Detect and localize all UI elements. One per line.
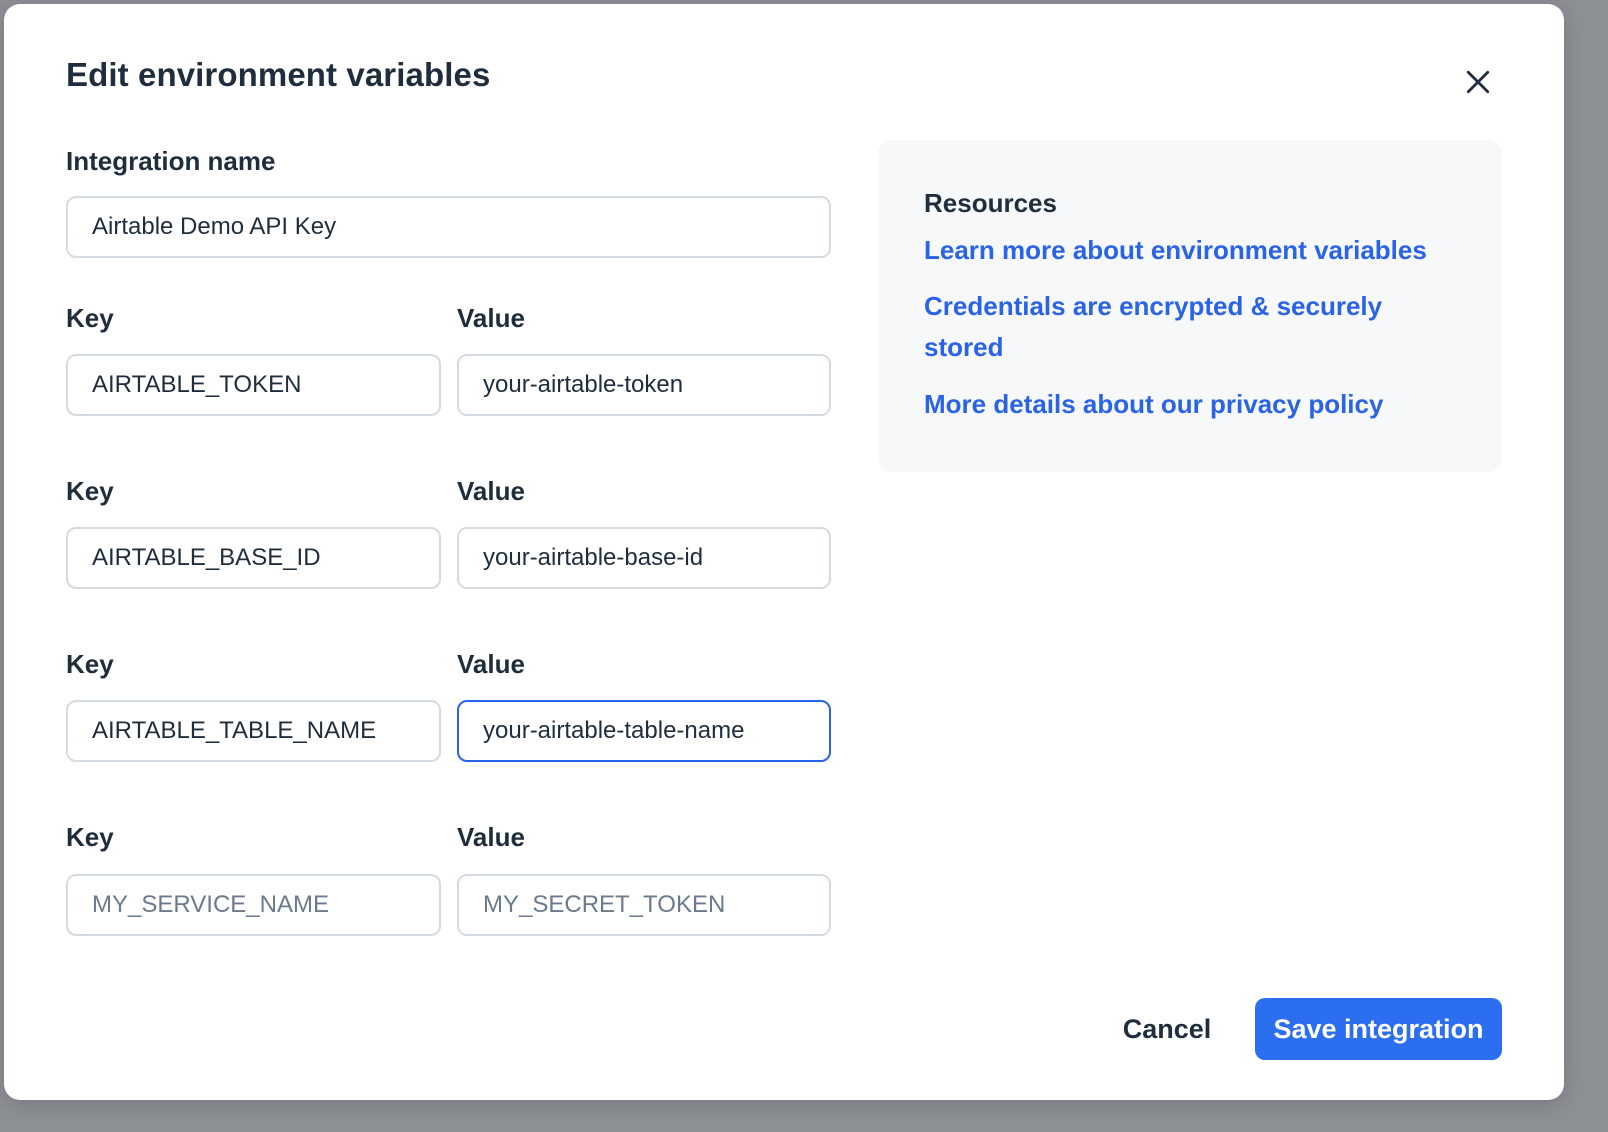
edit-env-modal: Edit environment variables Integration n… [4,4,1564,1100]
integration-name-input[interactable] [66,196,831,258]
key-input-2[interactable] [66,527,441,589]
value-input-3[interactable] [457,700,831,762]
value-label: Value [457,476,525,506]
integration-name-label: Integration name [66,146,276,176]
key-label: Key [66,649,114,679]
value-label: Value [457,649,525,679]
cancel-button[interactable]: Cancel [1102,998,1232,1060]
env-variables-link[interactable]: Learn more about environment variables [924,230,1444,271]
key-label: Key [66,476,114,506]
close-icon [1466,70,1490,94]
credentials-encrypted-link[interactable]: Credentials are encrypted & securely sto… [924,286,1424,368]
value-input-1[interactable] [457,354,831,416]
key-label: Key [66,303,114,333]
value-input-4[interactable] [457,874,831,936]
key-input-3[interactable] [66,700,441,762]
value-input-2[interactable] [457,527,831,589]
value-label: Value [457,822,525,852]
resources-title: Resources [924,188,1057,218]
key-label: Key [66,822,114,852]
close-button[interactable] [1452,56,1504,108]
resources-panel: Resources Learn more about environment v… [878,140,1502,472]
privacy-policy-link[interactable]: More details about our privacy policy [924,384,1444,425]
key-input-1[interactable] [66,354,441,416]
save-integration-button[interactable]: Save integration [1255,998,1502,1060]
value-label: Value [457,303,525,333]
key-input-4[interactable] [66,874,441,936]
modal-title: Edit environment variables [66,56,491,93]
